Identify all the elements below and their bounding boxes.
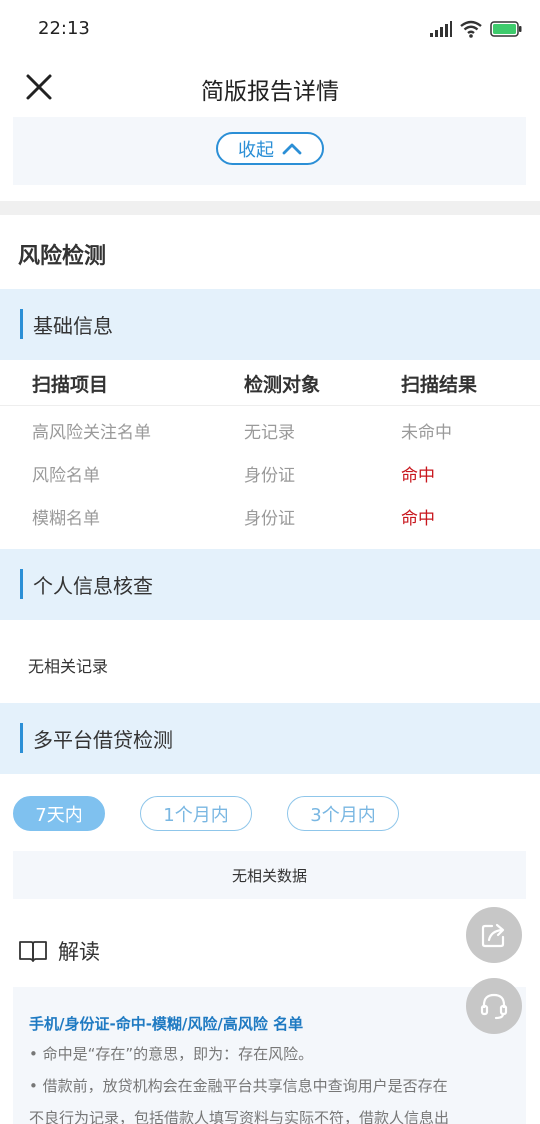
multi-platform-header: 多平台借贷检测	[0, 703, 540, 774]
column-result: 扫描结果	[401, 374, 478, 396]
battery-icon	[490, 21, 522, 37]
personal-check-title: 个人信息核查	[33, 574, 153, 598]
signal-icon	[430, 21, 452, 37]
wifi-icon	[460, 20, 482, 38]
tab-3-months[interactable]: 3个月内	[287, 796, 399, 831]
headset-icon	[480, 993, 508, 1020]
row-item: 风险名单	[32, 466, 100, 486]
interpretation-box: 手机/身份证-命中-模糊/风险/高风险 名单 • 命中是“存在”的意思，即为：存…	[13, 987, 526, 1124]
column-target: 检测对象	[244, 374, 321, 396]
table-row: 模糊名单 身份证 命中	[0, 494, 540, 537]
interpretation-title: 解读	[58, 940, 100, 964]
collapse-button[interactable]: 收起	[216, 132, 324, 165]
book-icon	[19, 941, 47, 962]
status-time: 22:13	[38, 18, 90, 39]
row-result: 未命中	[401, 423, 452, 443]
multi-platform-title: 多平台借贷检测	[33, 728, 173, 752]
table-row: 高风险关注名单 无记录 未命中	[0, 408, 540, 451]
collapse-label: 收起	[238, 139, 274, 161]
row-result: 命中	[401, 509, 435, 529]
basic-info-title: 基础信息	[33, 314, 113, 338]
status-icons	[430, 18, 522, 40]
page-title: 简版报告详情	[201, 79, 339, 105]
share-button[interactable]	[466, 907, 522, 963]
basic-info-header: 基础信息	[0, 289, 540, 360]
interpretation-line: 不良行为记录，包括借款人填写资料与实际不符，借款人信息出	[29, 1109, 450, 1124]
nav-bar: 简版报告详情	[0, 58, 540, 116]
header-accent-bar	[20, 723, 23, 753]
risk-section-title: 风险检测	[18, 244, 107, 269]
collapse-panel: 收起	[13, 117, 526, 185]
tab-1-month[interactable]: 1个月内	[140, 796, 252, 831]
customer-service-button[interactable]	[466, 978, 522, 1034]
column-scan-item: 扫描项目	[32, 374, 109, 396]
interpretation-line: • 借款前，放贷机构会在金融平台共享信息中查询用户是否存在	[29, 1077, 448, 1095]
row-target: 身份证	[244, 466, 295, 486]
interpretation-line: • 命中是“存在”的意思，即为：存在风险。	[29, 1045, 314, 1063]
table-header: 扫描项目 检测对象 扫描结果	[0, 360, 540, 406]
interpretation-heading: 手机/身份证-命中-模糊/风险/高风险 名单	[29, 1015, 304, 1033]
interpretation-title-row: 解读	[18, 936, 100, 966]
row-item: 高风险关注名单	[32, 423, 151, 443]
header-accent-bar	[20, 309, 23, 339]
chevron-up-icon	[282, 143, 302, 154]
period-tabs: 7天内 1个月内 3个月内	[0, 796, 540, 832]
section-divider	[0, 201, 540, 215]
row-item: 模糊名单	[32, 509, 100, 529]
row-result: 命中	[401, 466, 435, 486]
share-icon	[481, 923, 505, 948]
row-target: 身份证	[244, 509, 295, 529]
empty-data-message: 无相关数据	[13, 851, 526, 899]
table-row: 风险名单 身份证 命中	[0, 451, 540, 494]
header-accent-bar	[20, 569, 23, 599]
personal-check-header: 个人信息核查	[0, 549, 540, 620]
personal-check-content: 无相关记录	[28, 657, 109, 676]
row-target: 无记录	[244, 423, 295, 443]
tab-7-days[interactable]: 7天内	[13, 796, 105, 831]
status-bar: 22:13	[0, 0, 540, 58]
